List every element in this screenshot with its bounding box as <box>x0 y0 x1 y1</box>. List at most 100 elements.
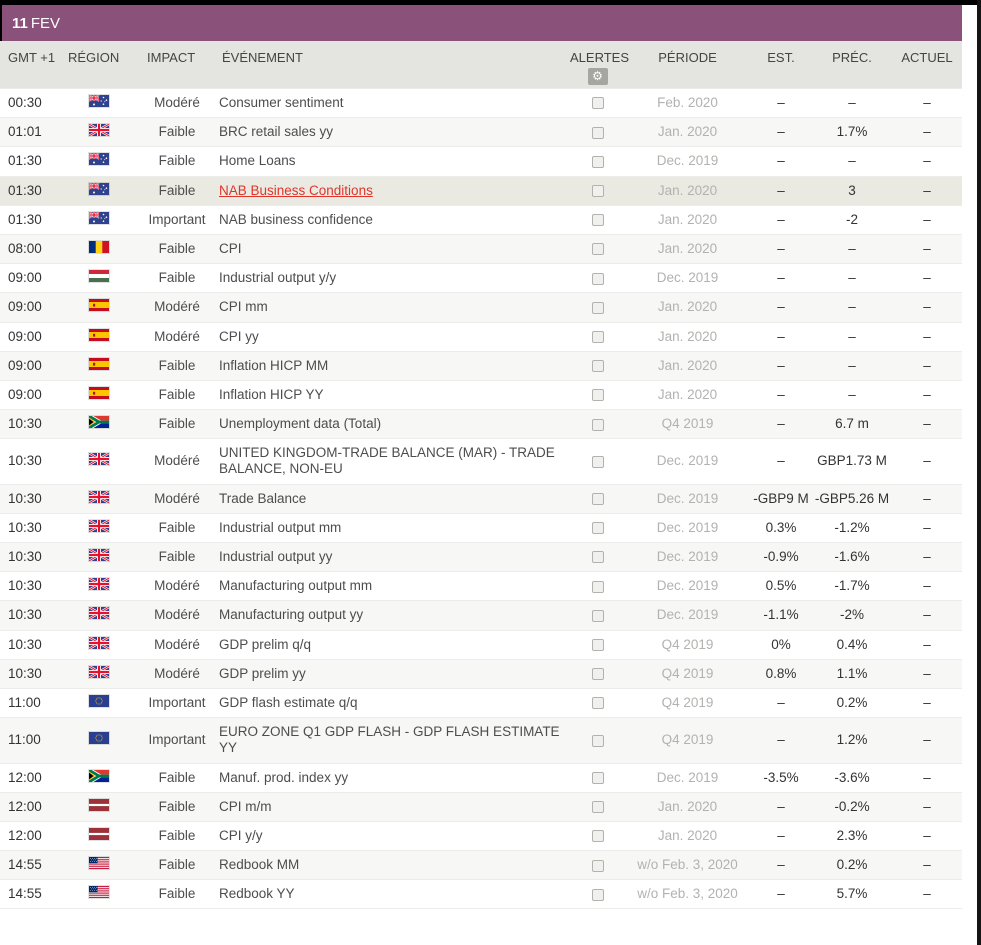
event-row[interactable]: 09:00 Modéré CPI yy Jan. 2020– – – <box>0 321 962 352</box>
event-previous: -2 <box>812 204 892 235</box>
event-row[interactable]: 10:30 Faible Industrial output mm Dec. 2019… <box>0 512 962 543</box>
event-row[interactable]: 10:30 Modéré Manufacturing output yy Dec. 2… <box>0 600 962 631</box>
event-estimate: -0.9% <box>750 541 812 572</box>
event-alert-cell <box>570 629 625 660</box>
column-header-actual: ACTUEL <box>892 41 962 89</box>
alert-checkbox[interactable] <box>591 888 604 901</box>
event-previous: 3 <box>812 175 892 206</box>
alert-checkbox[interactable] <box>591 126 604 139</box>
alert-checkbox[interactable] <box>591 830 604 843</box>
event-row[interactable]: 09:00 Faible Inflation HICP MM Jan. 2020– – – <box>0 350 962 381</box>
alert-checkbox[interactable] <box>591 668 604 681</box>
event-time: 09:00 <box>0 263 60 293</box>
event-row[interactable]: 10:30 Faible Unemployment data (Total) Q4 2… <box>0 409 962 439</box>
alert-checkbox[interactable] <box>591 97 604 110</box>
event-row[interactable]: 10:30 Modéré GDP prelim q/q Q4 2019 0% 0.4% – <box>0 629 962 660</box>
event-row[interactable]: 01:30 Faible Home Loans Dec. 2019– – – <box>0 146 962 177</box>
gear-icon[interactable]: ⚙ <box>587 68 608 85</box>
event-impact: Important <box>137 687 217 718</box>
alert-checkbox[interactable] <box>591 155 604 168</box>
alert-checkbox[interactable] <box>591 455 604 468</box>
alert-checkbox[interactable] <box>591 301 604 314</box>
event-actual: – <box>892 263 962 293</box>
event-actual: – <box>892 409 962 439</box>
event-row[interactable]: 08:00 Faible CPI Jan. 2020– – – <box>0 233 962 264</box>
event-row[interactable]: 10:30 Modéré Manufacturing output mm Dec. 2… <box>0 571 962 601</box>
event-alert-cell <box>570 687 625 718</box>
alert-checkbox[interactable] <box>591 272 604 285</box>
alert-checkbox[interactable] <box>591 859 604 872</box>
event-region <box>60 438 137 485</box>
alert-checkbox[interactable] <box>591 801 604 814</box>
event-actual: – <box>892 512 962 543</box>
event-period: Dec. 2019 <box>625 762 750 793</box>
event-estimate: – <box>750 87 812 118</box>
alert-checkbox[interactable] <box>591 389 604 402</box>
event-previous: -2% <box>812 600 892 631</box>
event-row[interactable]: 01:30 Important NAB business confidence Jan… <box>0 204 962 235</box>
event-alert-cell <box>570 146 625 177</box>
event-row[interactable]: 10:30 Modéré UNITED KINGDOM-TRADE BALANCE … <box>0 438 962 485</box>
event-row[interactable]: 09:00 Faible Industrial output y/y Dec. 201… <box>0 263 962 293</box>
event-row[interactable]: 11:00 Important GDP flash estimate q/q Q4 2… <box>0 687 962 718</box>
event-region <box>60 600 137 631</box>
event-period: Dec. 2019 <box>625 146 750 177</box>
alert-checkbox[interactable] <box>591 697 604 710</box>
event-impact: Faible <box>137 146 217 177</box>
event-row[interactable]: 11:00 Important EURO ZONE Q1 GDP FLASH - G… <box>0 717 962 763</box>
alert-checkbox[interactable] <box>591 493 604 506</box>
alert-checkbox[interactable] <box>591 771 604 784</box>
event-row[interactable]: 14:55 Faible Redbook YY w/o Feb. 3, 2020–5.… <box>0 879 962 909</box>
event-region <box>60 717 137 763</box>
event-alert-cell <box>570 850 625 880</box>
event-actual: – <box>892 233 962 264</box>
event-row[interactable]: 01:30 Faible NAB Business Conditions Jan. 2… <box>0 175 962 206</box>
column-header-prev: PRÉC. <box>812 41 892 89</box>
event-region <box>60 850 137 880</box>
event-row[interactable]: 10:30 Modéré Trade Balance Dec. 2019 -GBP9 M… <box>0 483 962 514</box>
event-impact: Modéré <box>137 483 217 514</box>
event-previous: – <box>812 292 892 322</box>
event-name: EURO ZONE Q1 GDP FLASH - GDP FLASH ESTIM… <box>217 717 570 763</box>
alert-checkbox[interactable] <box>591 609 604 622</box>
event-row[interactable]: 10:30 Modéré GDP prelim yy Q4 2019 0.8% 1.1% – <box>0 658 962 689</box>
alert-checkbox[interactable] <box>591 360 604 373</box>
event-row[interactable]: 01:01 Faible BRC retail sales yy Jan. 2020–… <box>0 117 962 147</box>
event-time: 10:30 <box>0 658 60 689</box>
alert-checkbox[interactable] <box>591 418 604 431</box>
alert-checkbox[interactable] <box>591 214 604 227</box>
event-row[interactable]: 00:30 Modéré Consumer sentiment Feb. 2020– –… <box>0 87 962 118</box>
event-row[interactable]: 09:00 Faible Inflation HICP YY Jan. 2020– – – <box>0 379 962 410</box>
event-region <box>60 629 137 660</box>
event-period: Q4 2019 <box>625 629 750 660</box>
event-period: Dec. 2019 <box>625 263 750 293</box>
alert-checkbox[interactable] <box>591 639 604 651</box>
alert-checkbox[interactable] <box>591 330 604 343</box>
event-time: 10:30 <box>0 541 60 572</box>
alert-checkbox[interactable] <box>591 551 604 564</box>
event-row[interactable]: 14:55 Faible Redbook MM w/o Feb. 3, 2020–0.… <box>0 850 962 880</box>
event-link[interactable]: NAB Business Conditions <box>219 183 373 198</box>
event-row[interactable]: 12:00 Faible CPI m/m Jan. 2020– -0.2% – <box>0 791 962 822</box>
event-actual: – <box>892 483 962 514</box>
event-impact: Faible <box>137 791 217 822</box>
event-time: 01:30 <box>0 175 60 206</box>
event-row[interactable]: 09:00 Modéré CPI mm Jan. 2020– – – <box>0 292 962 322</box>
event-previous: 0.2% <box>812 687 892 718</box>
event-row[interactable]: 12:00 Faible Manuf. prod. index yy Dec. 201… <box>0 762 962 793</box>
alert-checkbox[interactable] <box>591 580 604 593</box>
alert-checkbox[interactable] <box>591 185 604 197</box>
event-previous: 5.7% <box>812 879 892 909</box>
event-row[interactable]: 12:00 Faible CPI y/y Jan. 2020–2.3% – <box>0 820 962 851</box>
event-actual: – <box>892 87 962 118</box>
event-impact: Faible <box>137 263 217 293</box>
event-time: 10:30 <box>0 438 60 485</box>
alert-checkbox[interactable] <box>591 522 604 535</box>
event-region <box>60 687 137 718</box>
event-row[interactable]: 10:30 Faible Industrial output yy Dec. 2019… <box>0 541 962 572</box>
event-region <box>60 117 137 147</box>
alert-checkbox[interactable] <box>591 734 604 747</box>
event-actual: – <box>892 850 962 880</box>
flag-hu-icon <box>88 270 109 283</box>
alert-checkbox[interactable] <box>591 243 604 256</box>
